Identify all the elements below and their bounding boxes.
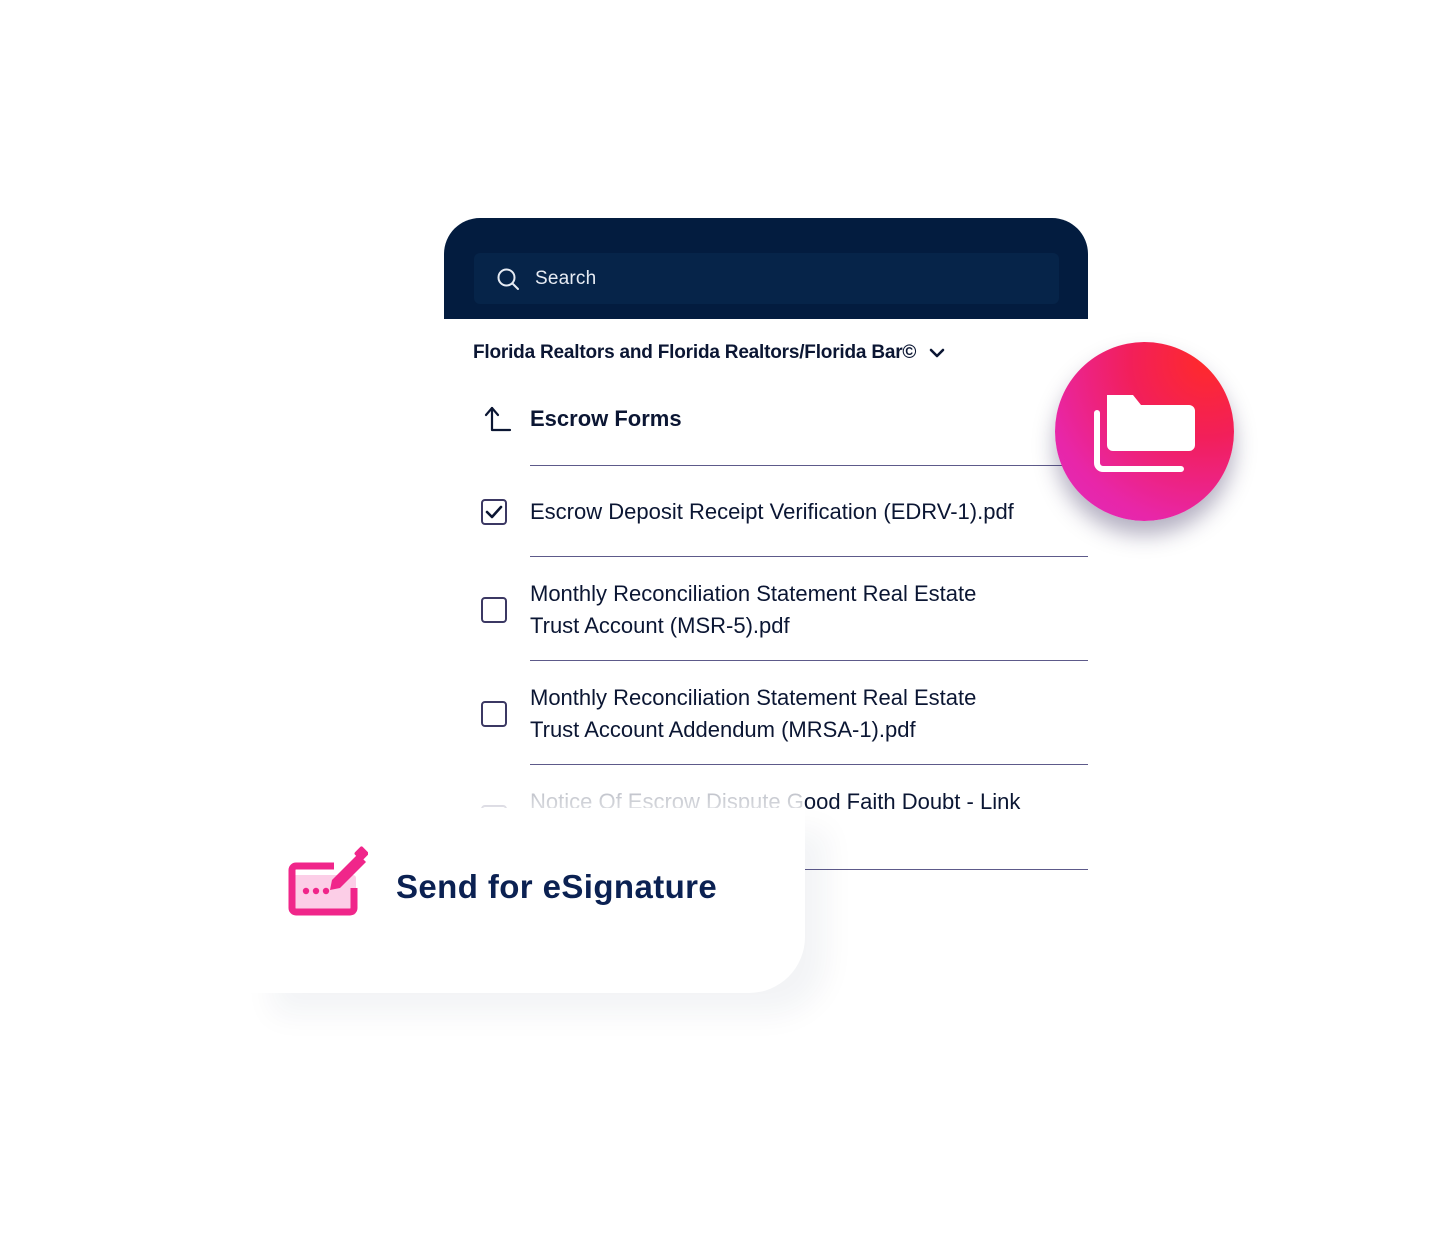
chevron-down-icon: [928, 344, 946, 362]
file-name-line: Monthly Reconciliation Statement Real Es…: [530, 581, 977, 606]
file-name-line: Trust Account (MSR-5).pdf: [530, 613, 790, 638]
search-placeholder: Search: [535, 267, 597, 289]
file-name[interactable]: Monthly Reconciliation Statement Real Es…: [530, 578, 1050, 642]
file-name-line: Trust Account Addendum (MRSA-1).pdf: [530, 717, 916, 742]
divider: [530, 660, 1088, 661]
checkmark-icon: [485, 505, 503, 519]
file-checkbox[interactable]: [481, 597, 507, 623]
folder-title: Escrow Forms: [530, 406, 682, 431]
esignature-card[interactable]: Send for eSignature: [250, 808, 805, 993]
signature-edit-icon: [288, 846, 368, 916]
search-icon: [495, 266, 521, 292]
category-label: Florida Realtors and Florida Realtors/Fl…: [473, 342, 917, 363]
back-button[interactable]: [480, 404, 512, 436]
file-checkbox[interactable]: [481, 701, 507, 727]
divider: [530, 556, 1088, 557]
send-for-esignature-button[interactable]: Send for eSignature: [396, 868, 717, 906]
search-input[interactable]: Search: [474, 253, 1059, 304]
divider: [530, 764, 1088, 765]
category-dropdown[interactable]: Florida Realtors and Florida Realtors/Fl…: [473, 342, 946, 364]
file-name[interactable]: Monthly Reconciliation Statement Real Es…: [530, 682, 1050, 746]
file-name-line: Monthly Reconciliation Statement Real Es…: [530, 685, 977, 710]
back-arrow-icon: [484, 406, 512, 432]
folders-button[interactable]: [1055, 342, 1234, 521]
file-checkbox[interactable]: [481, 499, 507, 525]
folders-icon: [1093, 394, 1195, 472]
file-name-line: Escrow Deposit Receipt Verification (EDR…: [530, 499, 1014, 524]
file-name[interactable]: Escrow Deposit Receipt Verification (EDR…: [530, 496, 1050, 528]
panel-header: Search: [444, 218, 1088, 319]
divider: [530, 465, 1088, 466]
